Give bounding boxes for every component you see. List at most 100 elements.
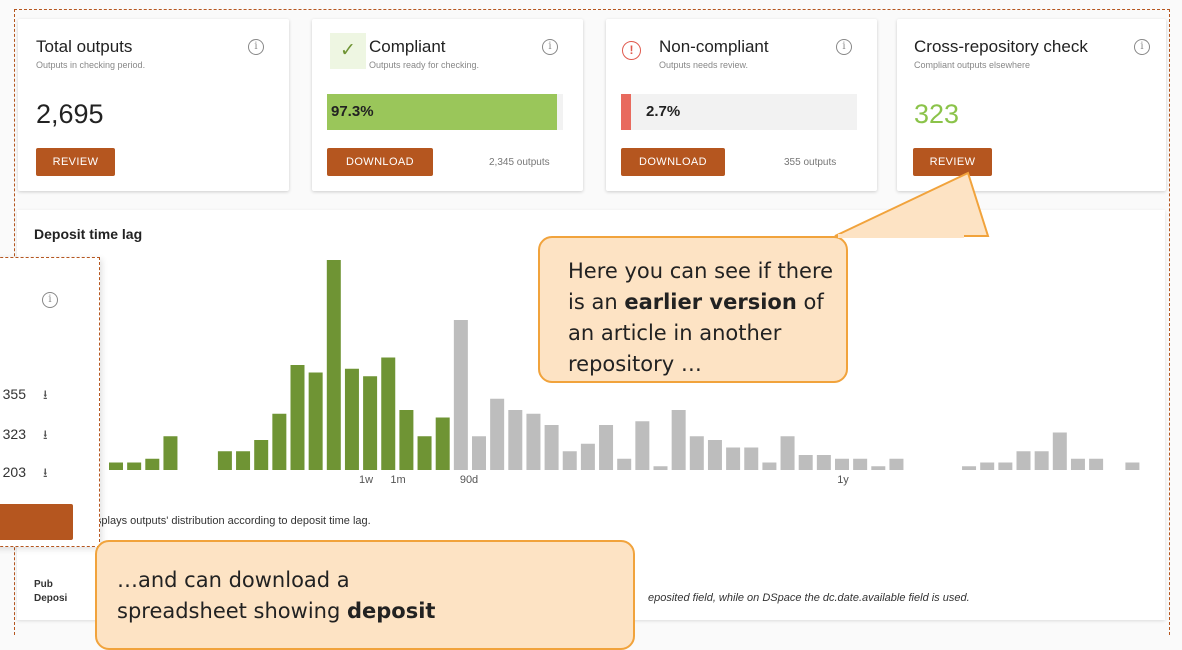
- chart-bar: [835, 458, 849, 470]
- chart-bar: [653, 466, 668, 470]
- chart-bar: [798, 455, 813, 470]
- chart-bar: [780, 436, 795, 470]
- download-icon[interactable]: ⭳: [43, 386, 48, 408]
- total-outputs-value: 2,695: [36, 99, 104, 129]
- chart-bar: [381, 357, 396, 470]
- info-icon[interactable]: i: [42, 292, 58, 308]
- chart-bar: [744, 447, 759, 470]
- chart-bar: [217, 451, 232, 470]
- card-subtitle: Outputs needs review.: [659, 60, 749, 70]
- chart-bar: [163, 436, 178, 470]
- card-title: Non-compliant: [659, 37, 769, 56]
- total-outputs-card: Total outputs Outputs in checking period…: [18, 19, 289, 191]
- chart-bar: [816, 455, 831, 470]
- noncompliant-percent: 2.7%: [646, 103, 681, 120]
- callout-deposit-spreadsheet: …and can download a spreadsheet showing …: [95, 540, 635, 650]
- chart-bar: [980, 462, 995, 470]
- card-subtitle: Outputs in checking period.: [36, 60, 146, 70]
- chart-bar: [399, 410, 414, 470]
- compliant-percent: 97.3%: [331, 103, 374, 120]
- chart-bar: [1052, 432, 1067, 470]
- chart-bar: [726, 447, 741, 470]
- chart-bar: [290, 365, 305, 470]
- x-tick-label: 1w: [358, 474, 374, 486]
- chart-bar: [508, 410, 523, 470]
- chart-bar: [617, 458, 632, 470]
- card-title: Cross-repository check: [914, 37, 1088, 56]
- cross-repository-card: Cross-repository check Compliant outputs…: [897, 19, 1166, 191]
- info-icon[interactable]: i: [1134, 39, 1150, 55]
- info-icon[interactable]: i: [542, 39, 558, 55]
- row-count: 355: [2, 386, 26, 402]
- download-icon[interactable]: ⭳: [43, 426, 48, 448]
- callout-text: spreadsheet showing: [117, 599, 341, 623]
- callout-pointer: [834, 171, 990, 237]
- row-count: 203: [2, 464, 26, 480]
- card-subtitle: Outputs ready for checking.: [369, 60, 480, 70]
- noncompliant-card: ! Non-compliant Outputs needs review. i …: [606, 19, 877, 191]
- callout-earlier-version: Here you can see if there is an earlier …: [538, 236, 848, 383]
- chart-bar: [1034, 451, 1049, 470]
- chart-note: eposited field, while on DSpace the dc.d…: [648, 592, 970, 604]
- noncompliant-progress-fill: [621, 94, 631, 130]
- chart-bar: [962, 466, 977, 470]
- chart-bar: [762, 462, 777, 470]
- chart-bar: [453, 320, 468, 470]
- x-tick-label: 1y: [837, 474, 849, 486]
- x-tick-label: 90d: [459, 474, 479, 486]
- x-tick-label: 1m: [390, 474, 406, 486]
- chart-bar: [363, 376, 378, 470]
- card-title: Compliant: [369, 37, 446, 56]
- check-icon: ✓: [330, 33, 366, 69]
- chart-bar: [344, 368, 359, 470]
- info-icon[interactable]: i: [248, 39, 264, 55]
- cross-repository-value: 323: [914, 99, 960, 129]
- chart-bar: [145, 458, 160, 470]
- chart-bar: [1089, 458, 1104, 470]
- chart-bar: [435, 417, 450, 470]
- row-count: 323: [2, 426, 26, 442]
- chart-bar: [1070, 458, 1085, 470]
- chart-bar: [254, 440, 269, 470]
- chart-bar: [127, 462, 142, 470]
- chart-bar: [417, 436, 432, 470]
- chart-bar: [562, 451, 577, 470]
- chart-bar: [671, 410, 686, 470]
- download-icon[interactable]: ⭳: [43, 464, 48, 486]
- chart-bar: [544, 425, 559, 470]
- chart-bar: [272, 413, 287, 470]
- chart-bar: [1125, 462, 1140, 470]
- chart-bar: [109, 462, 123, 470]
- noncompliant-count: 355 outputs: [784, 157, 837, 168]
- info-icon[interactable]: i: [836, 39, 852, 55]
- download-row: 323 ⭳: [0, 426, 99, 446]
- chart-bar: [472, 436, 486, 470]
- callout-pointer-mask: [838, 234, 964, 238]
- chart-bar: [308, 372, 323, 470]
- alert-icon: !: [622, 41, 641, 60]
- compliant-card: ✓ Compliant Outputs ready for checking. …: [312, 19, 583, 191]
- chart-bar: [689, 436, 704, 470]
- review-button[interactable]: REVIEW: [36, 148, 115, 176]
- callout-bold-text: earlier version: [624, 290, 797, 314]
- download-button[interactable]: DOWNLOAD: [621, 148, 725, 176]
- chart-bar: [998, 462, 1013, 470]
- chart-note-deposit: Deposi: [34, 593, 68, 604]
- callout-bold-text: deposit: [347, 599, 436, 623]
- chart-bar: [889, 458, 904, 470]
- chart-note-pub: Pub: [34, 579, 53, 590]
- chart-bar: [871, 466, 886, 470]
- chart-bar: [580, 443, 595, 470]
- callout-text: …and can download a: [117, 568, 350, 592]
- chart-caption: lisplays outputs' distribution according…: [91, 515, 371, 527]
- card-title: Total outputs: [36, 37, 133, 56]
- download-button[interactable]: DOWNLOAD: [327, 148, 433, 176]
- download-row: 203 ⭳: [0, 464, 99, 484]
- download-row: 355 ⭳: [0, 386, 99, 406]
- chart-bar: [599, 425, 614, 470]
- download-all-button[interactable]: [0, 504, 73, 540]
- chart-bar: [490, 398, 505, 470]
- chart-bar: [326, 260, 341, 470]
- download-panel: i 355 ⭳ 323 ⭳ 203 ⭳: [0, 257, 100, 547]
- chart-bar: [707, 440, 722, 470]
